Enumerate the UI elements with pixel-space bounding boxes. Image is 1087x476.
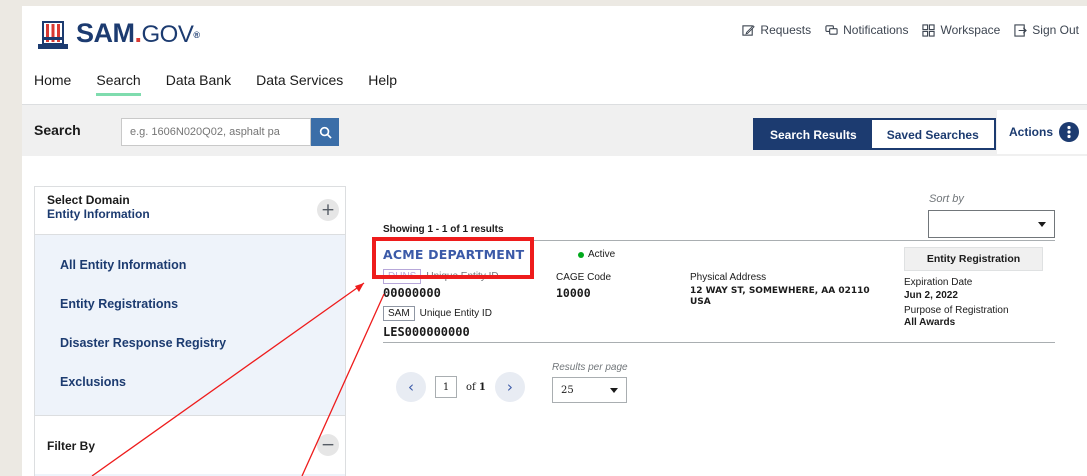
page: SAM.GOV® Requests Notifications Workspac…: [22, 6, 1087, 476]
sam-gov-logo[interactable]: SAM.GOV®: [34, 18, 200, 50]
domain-selector[interactable]: Select Domain Entity Information +: [35, 187, 345, 235]
annotation-highlight-box: [372, 237, 534, 279]
chevron-down-icon: [610, 388, 618, 393]
address-value: 12 WAY ST, SOMEWHERE, AA 02110 USA: [690, 286, 870, 307]
requests-link[interactable]: Requests: [742, 23, 811, 37]
status-dot-icon: [578, 251, 584, 258]
status-badge: Active: [578, 249, 615, 260]
utility-nav: Requests Notifications Workspace Sign Ou…: [742, 23, 1079, 37]
filter-section[interactable]: Filter By −: [35, 415, 345, 474]
notifications-link[interactable]: Notifications: [825, 23, 908, 37]
search-bar: Search Search Results Saved Searches Act…: [22, 104, 1087, 156]
next-page-button[interactable]: ›: [494, 372, 525, 402]
tab-search-results[interactable]: Search Results: [755, 120, 872, 148]
sidebar-item-disaster-response-registry[interactable]: Disaster Response Registry: [35, 323, 345, 362]
expiration-label: Expiration Date: [904, 277, 973, 288]
sign-out-link[interactable]: Sign Out: [1014, 23, 1079, 37]
workspace-link[interactable]: Workspace: [922, 23, 1000, 37]
search-label: Search: [34, 122, 81, 138]
actions-menu-button[interactable]: Actions: [997, 110, 1087, 154]
page-number-input[interactable]: 1: [435, 376, 457, 398]
sam-value: LES000000000: [383, 325, 470, 339]
nav-data-bank[interactable]: Data Bank: [166, 72, 231, 96]
pagination: ‹ 1 of 1 ›: [396, 372, 525, 402]
cage-value: 10000: [556, 286, 591, 300]
logo-wordmark: SAM.GOV®: [76, 18, 200, 48]
tab-saved-searches[interactable]: Saved Searches: [871, 120, 994, 148]
sort-by-select[interactable]: [928, 210, 1055, 238]
purpose-value: All Awards: [904, 317, 956, 328]
edit-icon: [742, 24, 756, 36]
main-nav: Home Search Data Bank Data Services Help: [34, 72, 397, 96]
entity-registration-button[interactable]: Entity Registration: [904, 247, 1043, 271]
purpose-label: Purpose of Registration: [904, 305, 1009, 316]
sidebar-item-all-entity-information[interactable]: All Entity Information: [35, 245, 345, 284]
domain-label: Select Domain: [47, 193, 130, 207]
address-label: Physical Address: [690, 272, 767, 283]
signout-icon: [1014, 23, 1028, 37]
actions-label: Actions: [1009, 125, 1054, 139]
nav-data-services[interactable]: Data Services: [256, 72, 343, 96]
status-text: Active: [588, 249, 616, 260]
results-tabs: Search Results Saved Searches: [753, 118, 996, 150]
sort-by-label: Sort by: [929, 193, 964, 205]
sam-tag: SAM: [383, 306, 415, 321]
search-icon: [319, 126, 332, 139]
search-button[interactable]: [311, 118, 339, 146]
uncle-sam-hat-icon: [34, 20, 72, 50]
header: SAM.GOV® Requests Notifications Workspac…: [22, 6, 1087, 96]
domain-list: All Entity Information Entity Registrati…: [35, 235, 345, 415]
collapse-filter-icon[interactable]: −: [317, 434, 339, 456]
filter-label: Filter By: [47, 439, 96, 453]
sidebar-item-entity-registrations[interactable]: Entity Registrations: [35, 284, 345, 323]
duns-value: 00000000: [383, 286, 441, 300]
results-per-page-select[interactable]: 25: [552, 377, 627, 403]
page-total: of 1: [466, 381, 486, 393]
chevron-down-icon: [1038, 222, 1046, 227]
expand-domain-icon[interactable]: +: [317, 199, 339, 221]
previous-page-button[interactable]: ‹: [396, 372, 426, 402]
more-vertical-icon: [1059, 122, 1080, 142]
nav-home[interactable]: Home: [34, 72, 71, 96]
sam-id-row: SAM Unique Entity ID: [383, 306, 492, 321]
chat-icon: [825, 24, 838, 35]
nav-help[interactable]: Help: [368, 72, 397, 96]
results-per-page-label: Results per page: [552, 362, 628, 373]
results-count: Showing 1 - 1 of 1 results: [383, 224, 504, 235]
sidebar: Select Domain Entity Information + All E…: [34, 186, 346, 476]
cage-label: CAGE Code: [556, 272, 612, 283]
sidebar-item-exclusions[interactable]: Exclusions: [35, 362, 345, 401]
sam-label: Unique Entity ID: [419, 308, 492, 319]
expiration-value: Jun 2, 2022: [904, 290, 958, 301]
domain-value: Entity Information: [47, 207, 150, 221]
divider: [383, 342, 1055, 343]
nav-search[interactable]: Search: [96, 72, 142, 96]
search-input[interactable]: [121, 118, 311, 146]
grid-icon: [922, 23, 936, 37]
